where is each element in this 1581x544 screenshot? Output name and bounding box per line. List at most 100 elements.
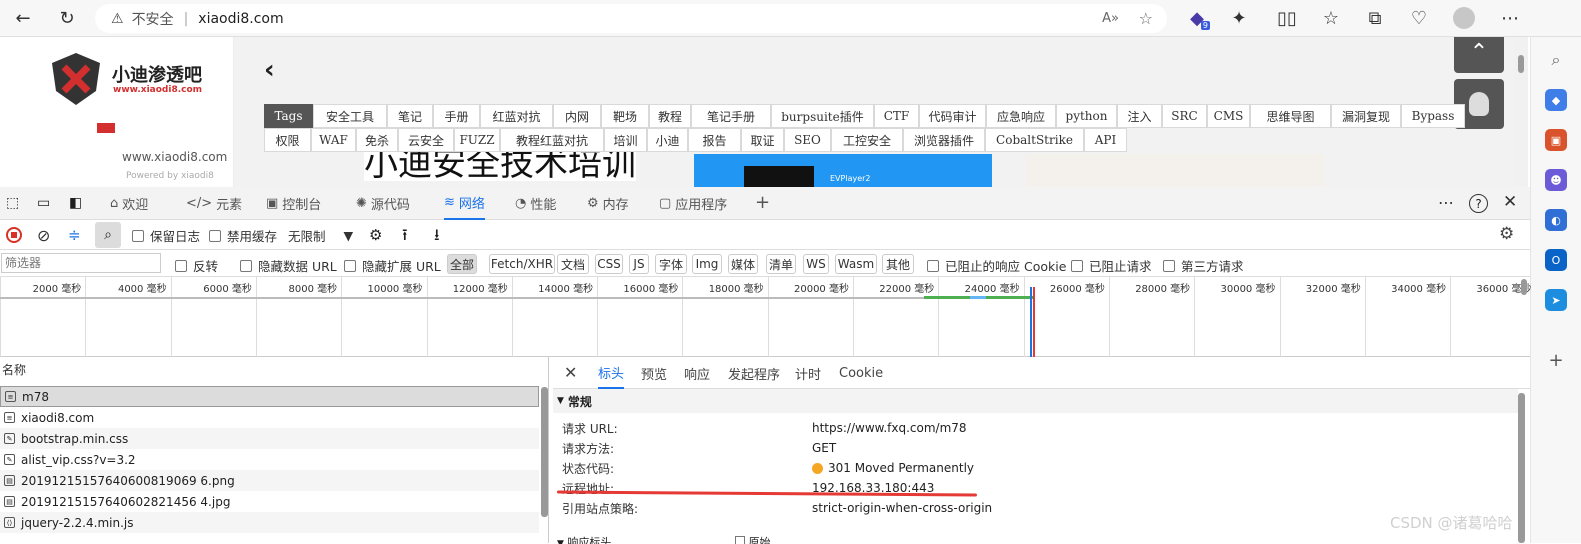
tag-link[interactable]: 取证 bbox=[741, 128, 784, 152]
extensions-puzzle-icon[interactable]: ✦ bbox=[1224, 4, 1254, 32]
request-row[interactable]: ⟨⟩ jquery-2.2.4.min.js bbox=[0, 512, 539, 533]
page-scrollbar[interactable] bbox=[1514, 37, 1528, 187]
header-value[interactable]: https://www.fxq.com/m78 bbox=[812, 421, 967, 435]
back-arrow-icon[interactable]: ← bbox=[8, 4, 38, 32]
profile-avatar-icon[interactable] bbox=[1449, 4, 1479, 32]
tag-link[interactable]: 报告 bbox=[688, 128, 741, 152]
detail-tab[interactable]: 响应 bbox=[684, 357, 710, 389]
header-value[interactable]: GET bbox=[812, 441, 836, 455]
tag-link[interactable]: 漏洞复现 bbox=[1331, 104, 1401, 128]
filter-type-chip[interactable]: 媒体 bbox=[728, 254, 758, 274]
outlook-icon[interactable]: O bbox=[1545, 249, 1567, 271]
filter-type-chip[interactable]: Img bbox=[692, 254, 722, 274]
tag-link[interactable]: 培训 bbox=[604, 128, 647, 152]
tab-home[interactable]: ⌂ 欢迎 bbox=[110, 187, 148, 220]
clear-icon[interactable]: ⊘ bbox=[37, 226, 50, 245]
more-menu-icon[interactable]: ⋯ bbox=[1495, 4, 1525, 32]
people-icon[interactable]: ☻ bbox=[1545, 169, 1567, 191]
add-icon[interactable]: + bbox=[1545, 349, 1567, 371]
tag-link[interactable]: 应急响应 bbox=[986, 104, 1056, 128]
close-devtools-icon[interactable]: ✕ bbox=[1503, 192, 1517, 212]
copilot-icon[interactable]: ◐ bbox=[1545, 209, 1567, 231]
close-detail-icon[interactable]: ✕ bbox=[564, 363, 577, 382]
request-row[interactable]: ▤ 20191215157640600819069 6.png bbox=[0, 470, 539, 491]
filter-input[interactable] bbox=[1, 253, 161, 273]
refresh-icon[interactable]: ↻ bbox=[52, 4, 82, 32]
favorites-icon[interactable]: ☆ bbox=[1316, 4, 1346, 32]
tag-link[interactable]: 工控安全 bbox=[831, 128, 903, 152]
disable-cache-checkbox[interactable]: 禁用缓存 bbox=[209, 226, 277, 245]
tag-link[interactable]: 教程 bbox=[649, 104, 691, 128]
detail-scrollbar[interactable] bbox=[1518, 393, 1525, 543]
video-player[interactable]: EVPlayer2 bbox=[694, 154, 992, 187]
filter-type-chip[interactable]: JS bbox=[629, 254, 649, 274]
inspect-element-icon[interactable]: ⬚ bbox=[6, 195, 19, 211]
section-general[interactable]: ▼ 常规 bbox=[553, 389, 1518, 413]
download-har-icon[interactable]: ⭳ bbox=[434, 224, 440, 251]
tag-link[interactable]: CTF bbox=[874, 104, 919, 128]
tag-link[interactable]: 免杀 bbox=[356, 128, 398, 152]
tag-link[interactable]: python bbox=[1056, 104, 1117, 128]
filter-type-chip[interactable]: 清单 bbox=[766, 254, 796, 274]
waterfall-overview[interactable]: 2000 毫秒 4000 毫秒 6000 毫秒 8000 毫秒 10000 毫秒 1200… bbox=[0, 277, 1531, 357]
tag-link[interactable]: 浏览器插件 bbox=[903, 128, 985, 152]
tab-memory[interactable]: ⚙ 内存 bbox=[587, 187, 629, 220]
preserve-log-checkbox[interactable]: 保留日志 bbox=[132, 226, 200, 245]
hide-data-url-checkbox[interactable]: 隐藏数据 URL bbox=[240, 256, 337, 275]
chevron-left-icon[interactable]: ‹ bbox=[264, 55, 275, 85]
filter-icon[interactable]: ≑ bbox=[68, 226, 81, 244]
throttle-select[interactable]: 无限制 ▼ bbox=[288, 226, 353, 245]
filter-type-chip[interactable]: 全部 bbox=[447, 254, 477, 274]
detail-tab[interactable]: 预览 bbox=[641, 357, 667, 389]
tag-link[interactable]: 红蓝对抗 bbox=[480, 104, 553, 128]
scroll-top-button[interactable]: ⌃ bbox=[1454, 37, 1504, 73]
third-party-checkbox[interactable]: 第三方请求 bbox=[1163, 256, 1244, 275]
network-conditions-icon[interactable]: ⚙ bbox=[369, 226, 382, 244]
toolbox-icon[interactable]: ▣ bbox=[1545, 129, 1567, 151]
tag-link[interactable]: 小迪 bbox=[647, 128, 688, 152]
tag-link[interactable]: API bbox=[1084, 128, 1127, 152]
header-value[interactable]: 301 Moved Permanently bbox=[828, 461, 974, 475]
tag-icon[interactable]: ◆ bbox=[1545, 89, 1567, 111]
tag-link[interactable]: Bypass bbox=[1401, 104, 1465, 128]
extension-icon[interactable]: ◆ 9 bbox=[1182, 4, 1212, 32]
request-row[interactable]: ▤ 20191215157640602821456 4.jpg bbox=[0, 491, 539, 512]
tag-link[interactable]: 笔记 bbox=[387, 104, 433, 128]
search-icon[interactable]: ⌕ bbox=[1545, 49, 1567, 71]
filter-type-chip[interactable]: 文档 bbox=[557, 254, 589, 274]
tag-link[interactable]: 代码审计 bbox=[919, 104, 986, 128]
tag-link[interactable]: 教程红蓝对抗 bbox=[500, 128, 604, 152]
tag-link[interactable]: CobaltStrike bbox=[985, 128, 1084, 152]
filter-type-chip[interactable]: 字体 bbox=[655, 254, 687, 274]
detail-tab[interactable]: Cookie bbox=[839, 357, 883, 389]
detail-tab[interactable]: 标头 bbox=[598, 357, 625, 389]
settings-gear-icon[interactable]: ⚙ bbox=[1499, 224, 1514, 244]
tag-link[interactable]: 内网 bbox=[553, 104, 601, 128]
blocked-requests-checkbox[interactable]: 已阻止请求 bbox=[1071, 256, 1152, 275]
search-icon[interactable]: ⌕ bbox=[95, 222, 121, 248]
filter-type-chip[interactable]: WS bbox=[803, 254, 829, 274]
request-row[interactable]: ✎ bootstrap.min.css bbox=[0, 428, 539, 449]
tag-link[interactable]: 注入 bbox=[1117, 104, 1162, 128]
tag-link[interactable]: FUZZ bbox=[454, 128, 500, 152]
tab-sources[interactable]: ✺ 源代码 bbox=[356, 187, 410, 220]
record-stop-icon[interactable] bbox=[6, 227, 22, 243]
device-toolbar-icon[interactable]: ▭ bbox=[37, 195, 50, 211]
header-value[interactable]: strict-origin-when-cross-origin bbox=[812, 501, 992, 515]
address-bar[interactable]: ⚠ 不安全 | xiaodi8.com A» ☆ bbox=[95, 4, 1167, 33]
tag-link[interactable]: 权限 bbox=[264, 128, 311, 152]
tab-application[interactable]: ▢ 应用程序 bbox=[659, 187, 727, 220]
tag-link[interactable]: 笔记手册 bbox=[691, 104, 771, 128]
tab-console[interactable]: ▣ 控制台 bbox=[266, 187, 321, 220]
request-row[interactable]: ≡ m78 bbox=[0, 386, 539, 407]
blocked-cookies-checkbox[interactable]: 已阻止的响应 Cookie bbox=[927, 256, 1066, 275]
collections-icon[interactable]: ⧉ bbox=[1360, 4, 1390, 32]
help-icon[interactable]: ? bbox=[1469, 194, 1488, 213]
read-aloud-icon[interactable]: A» bbox=[1102, 11, 1119, 26]
tag-link[interactable]: 思维导图 bbox=[1250, 104, 1331, 128]
more-options-icon[interactable]: ⋯ bbox=[1438, 193, 1454, 212]
tag-link[interactable]: SRC bbox=[1162, 104, 1207, 128]
invert-checkbox[interactable]: 反转 bbox=[175, 256, 218, 275]
filter-type-chip[interactable]: Wasm bbox=[835, 254, 877, 274]
tag-link[interactable]: WAF bbox=[311, 128, 356, 152]
